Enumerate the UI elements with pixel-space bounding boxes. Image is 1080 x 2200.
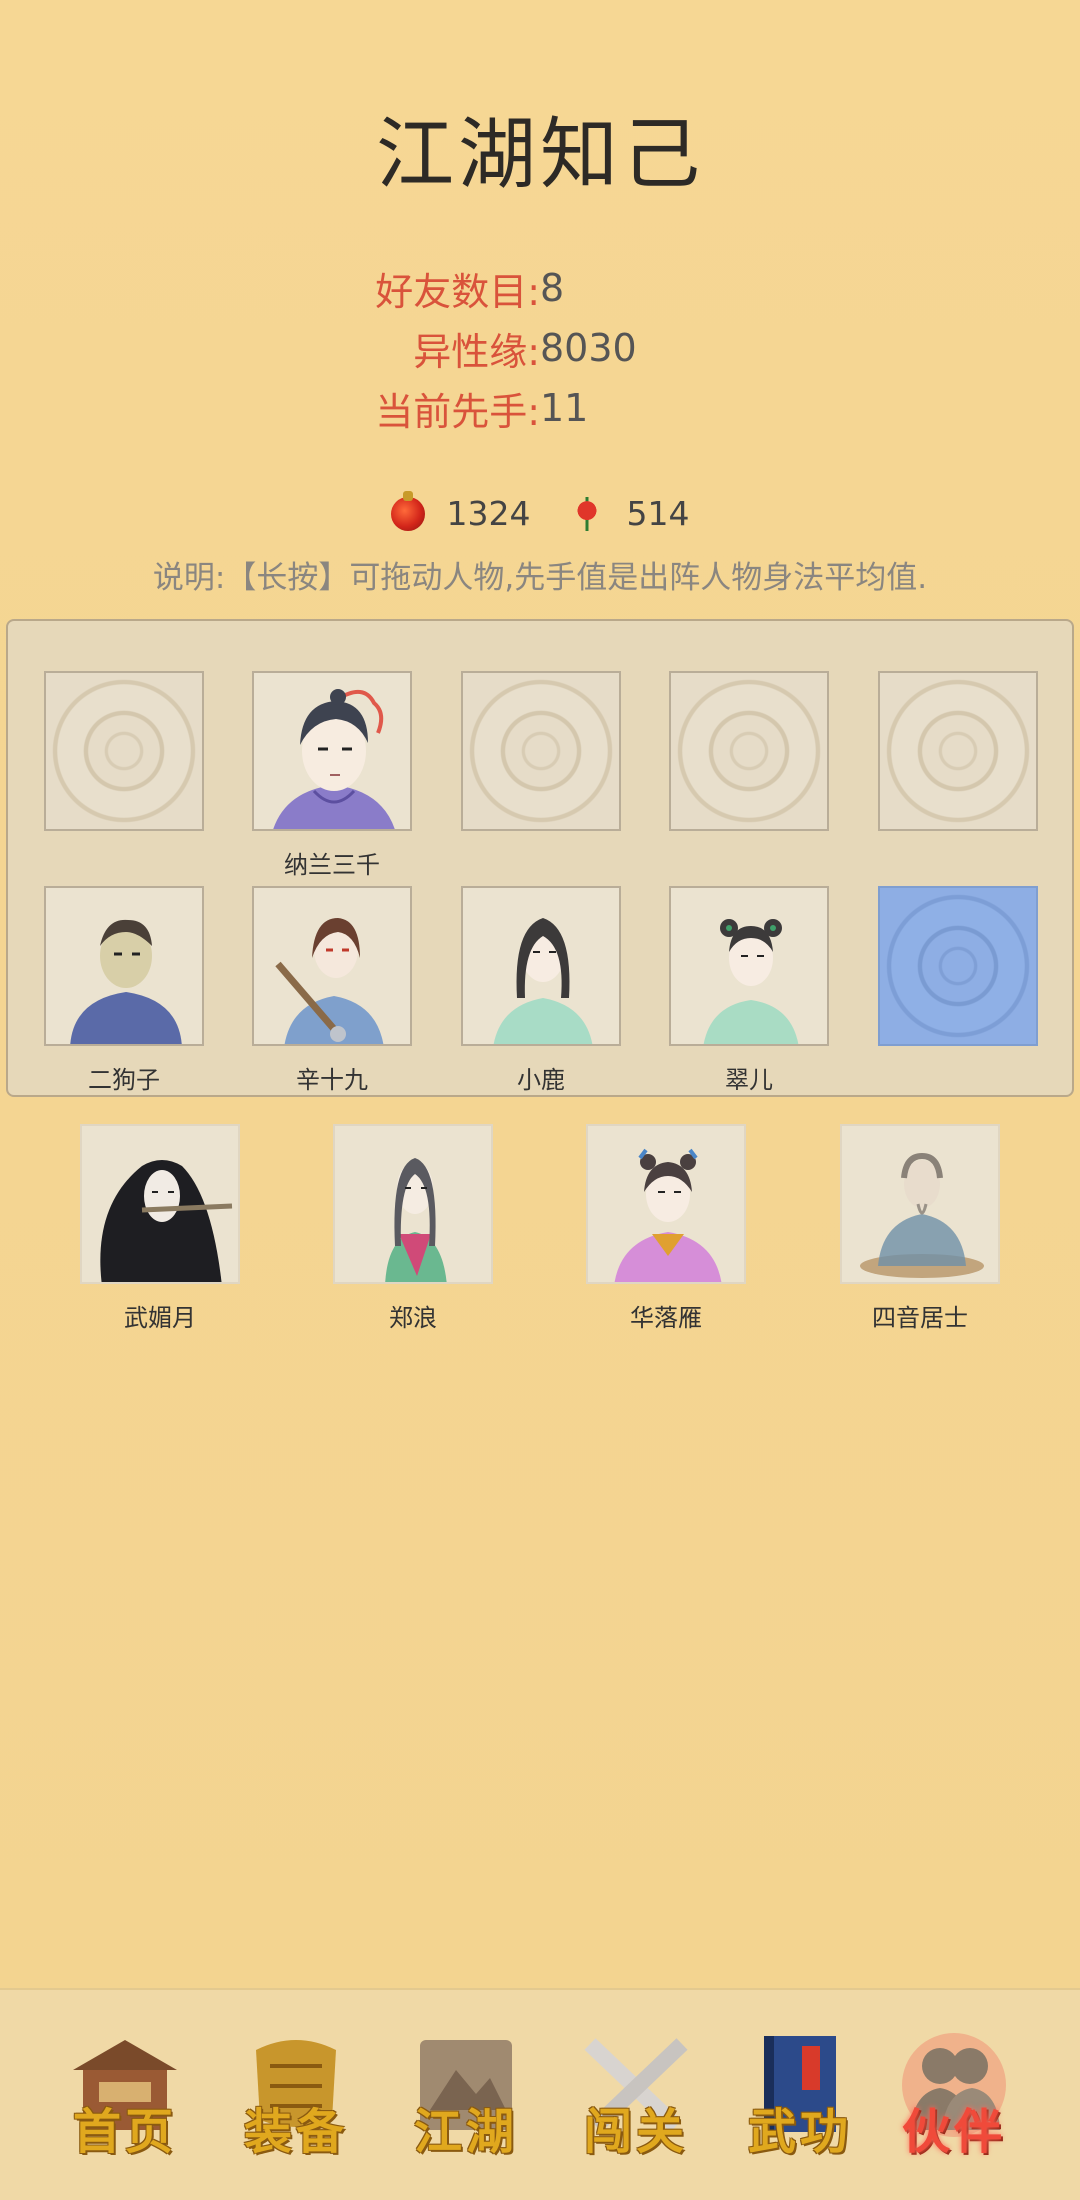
currency-rose: 514 (570, 494, 689, 533)
stat-label: 好友数目: (375, 269, 540, 314)
team-slot-xinshijiu[interactable]: 辛十九 (252, 886, 412, 1094)
currency-gourd: 1324 (390, 490, 531, 533)
cuier-portrait (669, 886, 829, 1046)
bench-slot-zhenglang[interactable]: 郑浪 (333, 1124, 493, 1332)
nav-challenge[interactable]: 闯关 (566, 2030, 706, 2180)
stat-label: 当前先手: (375, 389, 540, 434)
team-slot-nalan[interactable]: 纳兰三千 (252, 671, 412, 879)
stat-value: 11 (540, 386, 589, 430)
team-slot-xiaolu[interactable]: 小鹿 (461, 886, 621, 1094)
nav-label: 闯关 (583, 2104, 688, 2160)
bench-slot-wumeiyue[interactable]: 武媚月 (80, 1124, 240, 1332)
character-name: 华落雁 (630, 1304, 702, 1332)
team-slot-empty[interactable] (878, 671, 1038, 831)
description-text: 说明:【长按】可拖动人物,先手值是出阵人物身法平均值. (152, 560, 928, 596)
character-name: 四音居士 (872, 1304, 968, 1332)
character-name: 小鹿 (517, 1066, 565, 1094)
bench-slot-hualuoyan[interactable]: 华落雁 (586, 1124, 746, 1332)
currency-bar: 1324 514 (0, 490, 1080, 533)
stat-value: 8030 (540, 326, 637, 370)
nav-label: 装备 (243, 2104, 348, 2160)
team-panel: 纳兰三千 二狗子 辛十九 小鹿 翠儿 (6, 619, 1074, 1097)
zhenglang-portrait (333, 1124, 493, 1284)
character-name: 武媚月 (124, 1304, 196, 1332)
character-name: 郑浪 (389, 1304, 437, 1332)
stat-label: 异性缘: (413, 329, 540, 374)
nav-equipment[interactable]: 装备 (226, 2030, 366, 2180)
team-slot-ergouzi[interactable]: 二狗子 (44, 886, 204, 1094)
empty-slot-emblem (878, 886, 1038, 1046)
empty-slot-emblem (461, 671, 621, 831)
nav-home[interactable]: 首页 (55, 2030, 195, 2180)
team-slot-empty[interactable] (669, 671, 829, 831)
xiaolu-portrait (461, 886, 621, 1046)
empty-slot-emblem (44, 671, 204, 831)
character-name: 纳兰三千 (284, 851, 380, 879)
ergouzi-portrait (44, 886, 204, 1046)
character-name: 辛十九 (296, 1066, 368, 1094)
nav-label: 武功 (747, 2104, 852, 2160)
nav-label: 首页 (72, 2104, 177, 2160)
bench-slot-siyinjushi[interactable]: 四音居士 (840, 1124, 1000, 1332)
empty-slot-emblem (878, 671, 1038, 831)
hualuoyan-portrait (586, 1124, 746, 1284)
wumeiyue-portrait (80, 1124, 240, 1284)
xinshijiu-portrait (252, 886, 412, 1046)
empty-slot-emblem (669, 671, 829, 831)
siyinjushi-portrait (840, 1124, 1000, 1284)
character-name: 二狗子 (88, 1066, 160, 1094)
nav-jianghu[interactable]: 江湖 (396, 2030, 536, 2180)
character-name: 翠儿 (725, 1066, 773, 1094)
team-slot-empty[interactable] (44, 671, 204, 831)
nav-martial-arts[interactable]: 武功 (730, 2030, 870, 2180)
stat-initiative: 当前先手: 11 (0, 378, 1080, 438)
gourd-count: 1324 (446, 494, 531, 533)
stat-value: 8 (540, 266, 565, 310)
nav-label: 江湖 (413, 2104, 518, 2160)
stat-friend-count: 好友数目: 8 (0, 258, 1080, 318)
rose-count: 514 (626, 494, 690, 533)
rose-icon (570, 496, 605, 531)
team-slot-cuier[interactable]: 翠儿 (669, 886, 829, 1094)
gourd-icon (390, 490, 425, 531)
team-slot-selected[interactable] (878, 886, 1038, 1046)
team-slot-empty[interactable] (461, 671, 621, 831)
stats-panel: 好友数目: 8 异性缘: 8030 当前先手: 11 (0, 258, 1080, 438)
stat-opposite-sex: 异性缘: 8030 (0, 318, 1080, 378)
page-title: 江湖知己 (375, 110, 704, 200)
bottom-nav: 首页 装备 江湖 闯关 武功 伙伴 (0, 1988, 1080, 2200)
nav-label: 伙伴 (901, 2104, 1006, 2160)
nalan-portrait (252, 671, 412, 831)
nav-partners[interactable]: 伙伴 (884, 2030, 1024, 2180)
